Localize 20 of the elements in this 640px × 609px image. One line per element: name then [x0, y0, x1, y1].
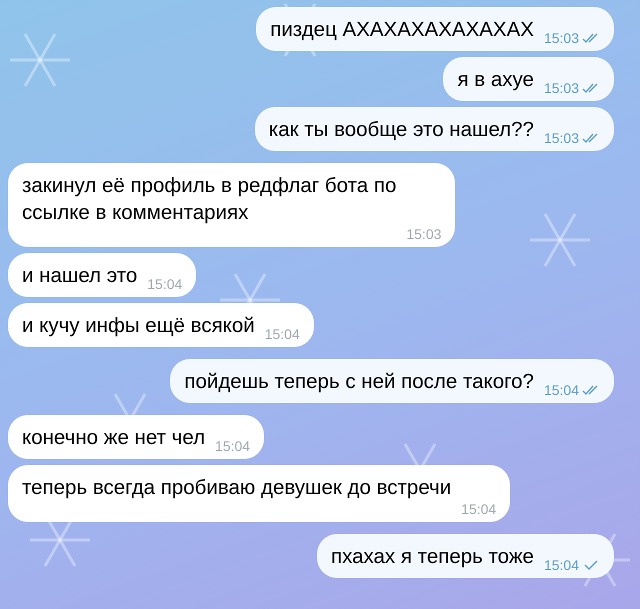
message-time: 15:04 — [264, 326, 300, 342]
message-time: 15:04 — [461, 501, 496, 517]
message-text: и кучу инфы ещё всякой — [22, 313, 255, 339]
message-text: как ты вообще это нашел?? — [268, 117, 534, 143]
message-time: 15:03 — [544, 130, 579, 146]
message-text: закинул её профиль в редфлаг бота по ссылке в комментариях — [22, 173, 398, 226]
message-text: я в ахуе — [457, 67, 534, 93]
message-text: конечно же нет чел — [22, 425, 206, 451]
message-time: 15:04 — [544, 382, 579, 398]
message-time: 15:04 — [215, 438, 250, 454]
message-text: пхахах я теперь тоже — [330, 544, 534, 570]
message-time: 15:03 — [544, 30, 579, 46]
message-text: пиздец АХАХАХАХАХАХАХ — [270, 17, 534, 43]
message-text: теперь всегда пробиваю девушек до встречи — [22, 475, 452, 501]
message-time: 15:04 — [544, 557, 579, 573]
message-text: пойдешь теперь с ней после такого? — [184, 369, 534, 395]
message-time: 15:04 — [147, 276, 182, 292]
message-time: 15:03 — [544, 80, 579, 96]
message-time: 15:03 — [406, 226, 442, 242]
message-text: и нашел это — [22, 263, 138, 289]
